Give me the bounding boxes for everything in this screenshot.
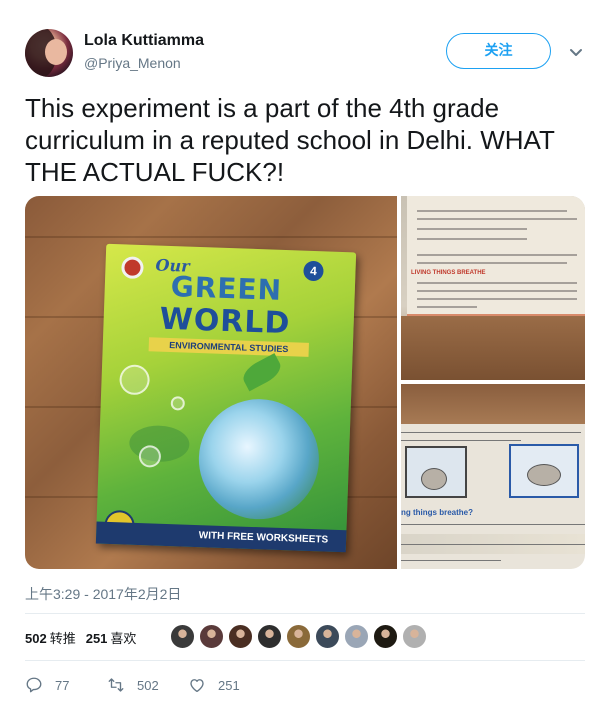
liker-avatar[interactable]	[228, 624, 253, 649]
user-handle[interactable]: @Priya_Menon	[84, 55, 181, 71]
kitten-illustration	[421, 468, 447, 490]
retweet-count: 502	[137, 677, 159, 693]
likes-label[interactable]: 喜欢	[110, 632, 136, 647]
chevron-down-icon[interactable]	[568, 44, 584, 60]
box-illustration-closed	[405, 446, 467, 498]
kitten-illustration	[527, 464, 561, 486]
follow-button[interactable]: 关注	[446, 33, 551, 69]
engagement-stats: 502 转推 251 喜欢	[25, 628, 136, 647]
photo-page-bottom[interactable]: ng things breathe?	[401, 384, 585, 569]
book-grade-badge: 4	[303, 260, 324, 282]
display-name[interactable]: Lola Kuttiamma	[84, 32, 204, 50]
text-line	[401, 544, 585, 545]
wood-surface	[401, 316, 585, 380]
tweet-timestamp[interactable]: 上午3:29 - 2017年2月2日	[25, 584, 181, 604]
text-line	[417, 210, 567, 212]
text-line	[401, 432, 581, 433]
likes-count[interactable]: 251	[86, 631, 108, 646]
avatar[interactable]	[25, 29, 73, 77]
page-heading: ng things breathe?	[401, 508, 473, 517]
page-heading: LIVING THINGS BREATHE	[411, 270, 486, 276]
liker-avatar[interactable]	[402, 624, 427, 649]
reply-button[interactable]: 77	[25, 676, 69, 694]
book-cover: Our 4 GREEN WORLD ENVIRONMENTAL STUDIES …	[95, 243, 357, 553]
book-title-world: WORLD	[159, 301, 291, 342]
publisher-logo	[121, 256, 144, 280]
retweet-button[interactable]: 502	[107, 676, 159, 694]
like-count: 251	[218, 677, 240, 693]
liker-avatar[interactable]	[344, 624, 369, 649]
page-sheet	[407, 196, 585, 316]
text-line	[401, 440, 521, 441]
wood-grain	[25, 236, 397, 238]
photo-book-cover[interactable]: Our 4 GREEN WORLD ENVIRONMENTAL STUDIES …	[25, 196, 397, 569]
retweets-count[interactable]: 502	[25, 631, 47, 646]
tweet-text: This experiment is a part of the 4th gra…	[25, 93, 555, 187]
media-grid: Our 4 GREEN WORLD ENVIRONMENTAL STUDIES …	[25, 196, 585, 569]
wood-surface	[401, 384, 585, 424]
retweet-icon	[108, 678, 124, 692]
text-line	[417, 298, 577, 300]
like-button[interactable]: 251	[188, 676, 240, 694]
tweet-actions: 77 502 251	[25, 676, 325, 694]
text-line	[417, 290, 577, 292]
text-line	[401, 560, 501, 561]
text-line	[417, 282, 577, 284]
text-line	[417, 306, 477, 308]
photo-page-top[interactable]: LIVING THINGS BREATHE	[401, 196, 585, 380]
reply-icon	[26, 677, 42, 693]
text-line	[417, 218, 577, 220]
liker-avatar[interactable]	[257, 624, 282, 649]
bubble-illustration	[138, 445, 162, 468]
box-illustration-holes	[509, 444, 579, 498]
heart-icon	[190, 679, 204, 693]
text-line	[417, 228, 527, 230]
avatar-face	[45, 39, 67, 65]
globe-illustration	[196, 397, 321, 522]
retweets-label[interactable]: 转推	[50, 632, 76, 647]
divider	[25, 660, 585, 661]
liker-avatar[interactable]	[315, 624, 340, 649]
text-line	[417, 262, 567, 264]
liker-avatar[interactable]	[170, 624, 195, 649]
bubble-illustration	[119, 364, 151, 396]
divider	[25, 613, 585, 614]
text-line	[417, 254, 577, 256]
book-title-green: GREEN	[170, 270, 283, 307]
reply-count: 77	[55, 677, 70, 693]
bubble-illustration	[170, 396, 186, 411]
liker-avatar[interactable]	[373, 624, 398, 649]
text-line	[401, 524, 585, 525]
book-footer-banner: WITH FREE WORKSHEETS	[95, 521, 347, 553]
liker-avatar[interactable]	[286, 624, 311, 649]
liker-avatar[interactable]	[199, 624, 224, 649]
leaf-illustration	[239, 353, 285, 392]
text-line	[417, 238, 527, 240]
